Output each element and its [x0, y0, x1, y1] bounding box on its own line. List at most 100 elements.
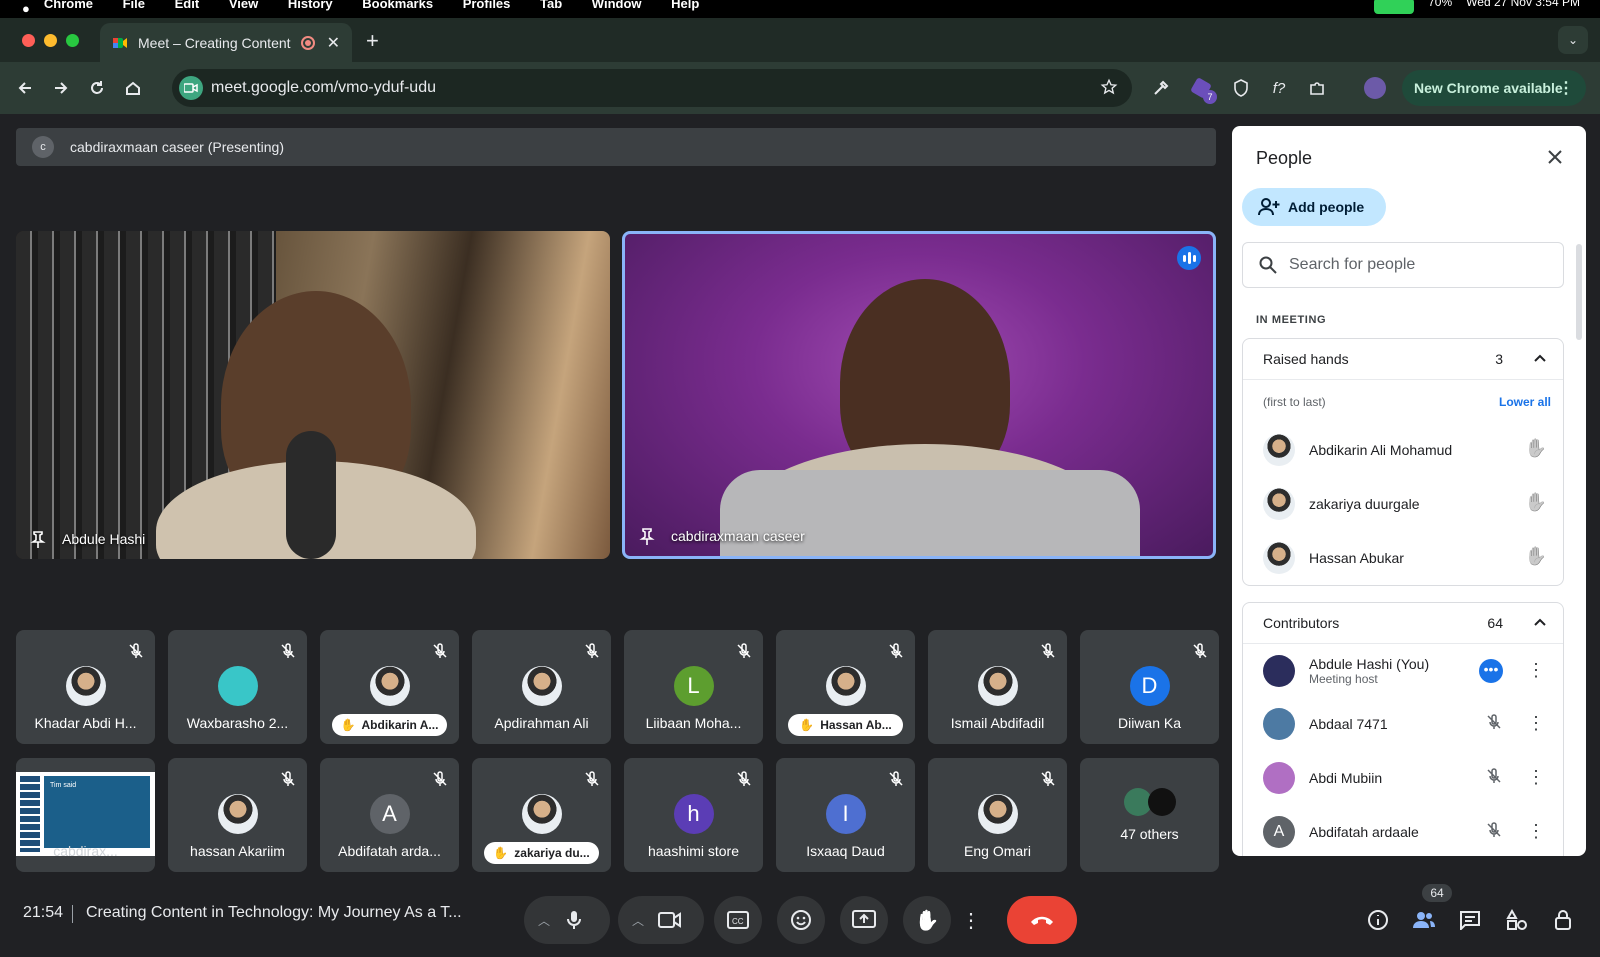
home-button[interactable] [122, 77, 144, 99]
participant-tile-screenshare[interactable]: Tim said cabdirax... [16, 758, 155, 872]
others-tile[interactable]: 47 others [1080, 758, 1219, 872]
participant-tile[interactable]: Waxbarasho 2... [168, 630, 307, 744]
clock[interactable]: Wed 27 Nov 3:54 PM [1466, 0, 1580, 9]
tab-meet[interactable]: Meet – Creating Content i ✕ [100, 23, 352, 62]
menu-window[interactable]: Window [592, 0, 642, 11]
contributors-header[interactable]: Contributors 64 [1243, 603, 1563, 643]
more-vert-icon[interactable]: ⋮ [1558, 78, 1574, 98]
activities-button[interactable] [1505, 908, 1529, 932]
menu-profiles[interactable]: Profiles [463, 0, 511, 11]
mic-off-icon[interactable] [1485, 713, 1503, 731]
raised-person-row[interactable]: Abdikarin Ali Mohamud ✋ [1243, 423, 1563, 477]
reload-button[interactable] [86, 77, 108, 99]
participant-tile[interactable]: h haashimi store [624, 758, 763, 872]
close-tab-icon[interactable]: ✕ [327, 33, 340, 53]
menu-help[interactable]: Help [671, 0, 699, 11]
more-horiz-icon[interactable]: ••• [1479, 659, 1503, 683]
chat-button[interactable] [1458, 908, 1482, 932]
menu-edit[interactable]: Edit [175, 0, 200, 11]
chevron-up-icon[interactable]: ︿ [538, 912, 550, 929]
participant-tile[interactable]: Apdirahman Ali [472, 630, 611, 744]
new-chrome-available-button[interactable]: New Chrome available ⋮ [1402, 70, 1586, 106]
minimize-window-button[interactable] [44, 34, 57, 47]
menu-bookmarks[interactable]: Bookmarks [362, 0, 433, 11]
chevron-up-icon[interactable] [1533, 351, 1547, 365]
reactions-button[interactable] [777, 896, 825, 944]
menu-tab[interactable]: Tab [540, 0, 562, 11]
search-people-input[interactable]: Search for people [1242, 242, 1564, 288]
menu-view[interactable]: View [229, 0, 258, 11]
contributor-row[interactable]: Abdule Hashi (You) Meeting host ••• ⋮ [1243, 643, 1563, 697]
close-icon[interactable] [1546, 148, 1564, 166]
participant-tile[interactable]: ✋ Hassan Ab... [776, 630, 915, 744]
hand-icon[interactable]: ✋ [1525, 492, 1547, 513]
contributor-row[interactable]: Abdaal 7471 ⋮ [1243, 697, 1563, 751]
raised-person-row[interactable]: Hassan Abukar ✋ [1243, 531, 1563, 585]
contributor-row[interactable]: A Abdifatah ardaale ⋮ [1243, 805, 1563, 856]
featured-tile-abdule[interactable]: Abdule Hashi [16, 231, 610, 559]
participant-tile[interactable]: Eng Omari [928, 758, 1067, 872]
hand-icon[interactable]: ✋ [1525, 438, 1547, 459]
raised-hand-pill: ✋ zakariya du... [484, 842, 599, 864]
address-bar[interactable]: meet.google.com/vmo-yduf-udu [172, 69, 1132, 107]
camera-button[interactable]: ︿ [618, 896, 704, 944]
participant-tile[interactable]: ✋ zakariya du... [472, 758, 611, 872]
participant-tile[interactable]: D Diiwan Ka [1080, 630, 1219, 744]
people-button[interactable] [1412, 908, 1436, 932]
eyedropper-extension-icon[interactable] [1150, 77, 1172, 99]
participant-tile[interactable]: hassan Akariim [168, 758, 307, 872]
back-button[interactable] [14, 77, 36, 99]
hand-icon[interactable]: ✋ [1525, 546, 1547, 567]
pin-icon[interactable] [28, 529, 48, 549]
zoom-window-button[interactable] [66, 34, 79, 47]
camera-in-use-icon[interactable] [1374, 0, 1415, 14]
close-window-button[interactable] [22, 34, 35, 47]
shield-extension-icon[interactable] [1230, 77, 1252, 99]
pin-icon[interactable] [637, 526, 657, 546]
chevron-up-icon[interactable] [1533, 615, 1547, 629]
chevron-up-icon[interactable]: ︿ [632, 912, 644, 929]
meeting-details-button[interactable] [1366, 908, 1390, 932]
formula-extension-icon[interactable]: f? [1268, 77, 1290, 99]
add-people-button[interactable]: Add people [1242, 188, 1386, 226]
menu-history[interactable]: History [288, 0, 333, 11]
present-button[interactable] [840, 896, 888, 944]
menu-app[interactable]: Chrome [44, 0, 93, 11]
raised-hands-header[interactable]: Raised hands 3 [1243, 339, 1563, 379]
lower-all-button[interactable]: Lower all [1499, 395, 1551, 409]
mic-button[interactable]: ︿ [524, 896, 610, 944]
tab-search-button[interactable]: ⌄ [1558, 26, 1588, 54]
featured-tile-cabdiraxmaan[interactable]: cabdiraxmaan caseer [622, 231, 1216, 559]
profile-avatar[interactable] [1364, 77, 1386, 99]
raise-hand-button[interactable]: ✋ [903, 896, 951, 944]
leave-call-button[interactable] [1007, 896, 1077, 944]
forward-button[interactable] [50, 77, 72, 99]
menu-file[interactable]: File [123, 0, 145, 11]
site-info-icon[interactable] [179, 76, 203, 100]
participant-tile[interactable]: Khadar Abdi H... [16, 630, 155, 744]
more-vert-icon[interactable]: ⋮ [1527, 713, 1545, 734]
raised-person-row[interactable]: zakariya duurgale ✋ [1243, 477, 1563, 531]
participant-tile[interactable]: I Isxaaq Daud [776, 758, 915, 872]
host-controls-button[interactable] [1552, 908, 1576, 932]
more-vert-icon[interactable]: ⋮ [1527, 767, 1545, 788]
participant-tile[interactable]: A Abdifatah arda... [320, 758, 459, 872]
contributor-row[interactable]: Abdi Mubiin ⋮ [1243, 751, 1563, 805]
battery-percent[interactable]: 70% [1428, 0, 1452, 9]
presenting-bar[interactable]: c cabdiraxmaan caseer (Presenting) [16, 128, 1216, 166]
panel-scrollbar[interactable] [1576, 244, 1582, 340]
extension-7-icon[interactable]: 7 [1190, 77, 1217, 104]
participant-tile[interactable]: Ismail Abdifadil [928, 630, 1067, 744]
mic-off-icon[interactable] [1485, 821, 1503, 839]
more-vert-icon[interactable]: ⋮ [1527, 660, 1545, 681]
participant-tile[interactable]: ✋ Abdikarin A... [320, 630, 459, 744]
meeting-title[interactable]: Creating Content in Technology: My Journ… [86, 904, 462, 922]
new-tab-button[interactable]: + [366, 28, 379, 54]
mic-off-icon[interactable] [1485, 767, 1503, 785]
more-vert-icon[interactable]: ⋮ [1527, 821, 1545, 842]
captions-button[interactable]: CC [714, 896, 762, 944]
bookmark-star-icon[interactable] [1100, 78, 1118, 96]
participant-tile[interactable]: L Liibaan Moha... [624, 630, 763, 744]
more-options-button[interactable]: ⋮ [960, 896, 982, 944]
extensions-puzzle-icon[interactable] [1306, 77, 1328, 99]
